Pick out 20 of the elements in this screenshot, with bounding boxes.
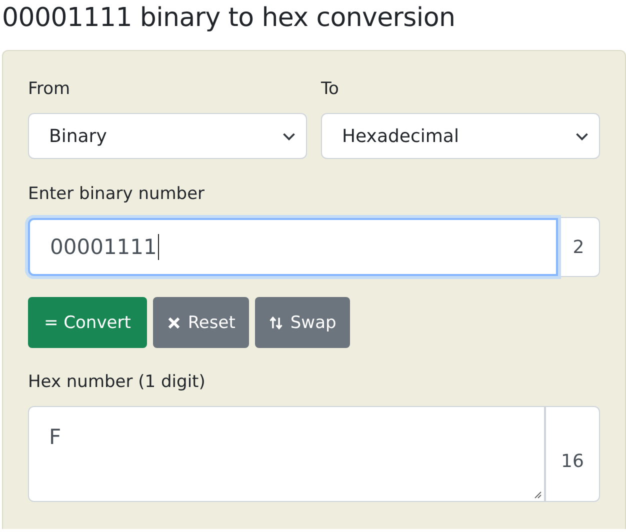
base-label: 2	[558, 217, 600, 277]
close-icon	[166, 314, 181, 330]
from-select[interactable]: Binary	[28, 113, 307, 159]
to-label: To	[321, 79, 340, 101]
base-label: 16	[545, 406, 600, 502]
output-label: Hex number (1 digit)	[28, 372, 206, 394]
chevron-icon	[575, 132, 589, 140]
output-field[interactable]: F	[28, 406, 545, 502]
text-cursor	[158, 234, 159, 260]
input-label: Enter binary number	[28, 184, 206, 206]
to-select[interactable]: Hexadecimal	[321, 113, 600, 159]
convert-button[interactable]: = Convert	[28, 297, 147, 348]
input-field[interactable]: 00001111	[28, 218, 558, 276]
resize-grip-icon[interactable]	[532, 489, 542, 499]
from-label: From	[28, 79, 72, 101]
swap-button[interactable]: Swap	[255, 297, 350, 348]
swap-arrows-icon	[269, 314, 284, 330]
reset-button[interactable]: Reset	[152, 297, 250, 348]
page-title: 00001111 binary to hex conversion	[2, 3, 456, 35]
chevron-icon	[282, 132, 296, 140]
